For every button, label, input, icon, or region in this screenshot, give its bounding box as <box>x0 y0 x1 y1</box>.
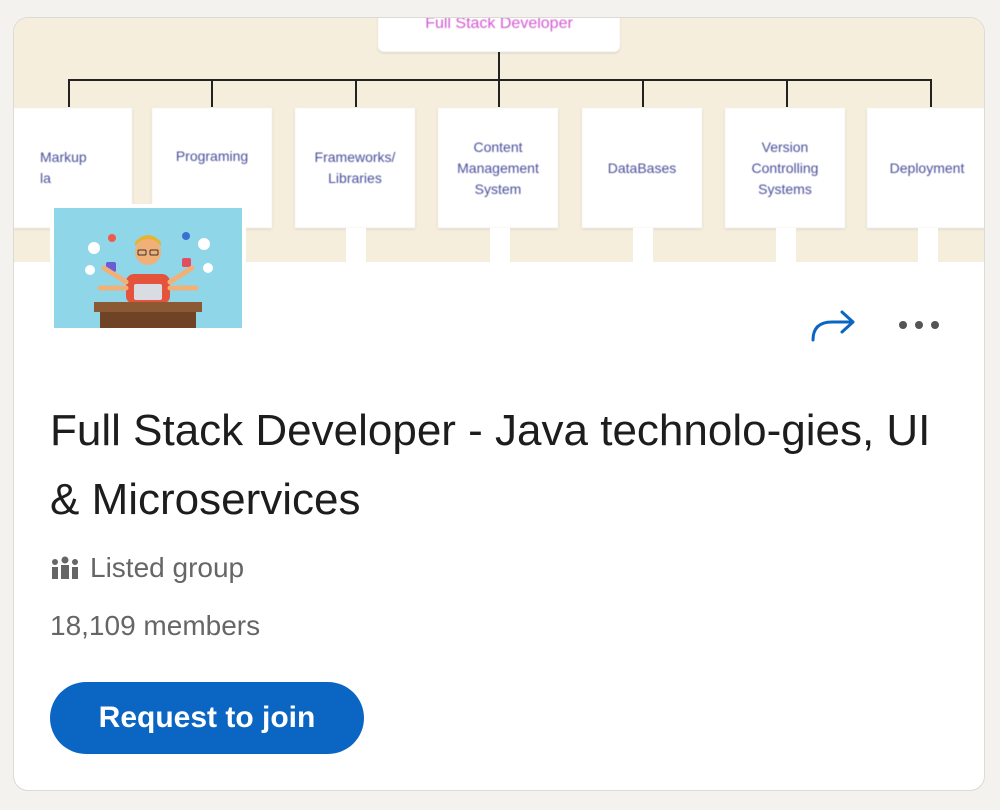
banner-connector <box>211 79 213 107</box>
member-count: 18,109 members <box>50 610 261 641</box>
banner-node: Content Management System <box>438 108 558 228</box>
group-logo <box>50 204 246 332</box>
group-card: Full Stack Developer Markup la Programin… <box>14 18 984 790</box>
banner-connector <box>930 79 932 107</box>
banner-node: Version Controlling Systems <box>725 108 845 228</box>
banner-connector <box>68 79 932 81</box>
more-options-icon <box>899 321 939 329</box>
privacy-label: Listed group <box>90 552 245 583</box>
banner-node: Frameworks/ Libraries <box>295 108 415 228</box>
banner-node: DataBases <box>582 108 702 228</box>
share-arrow-icon <box>811 310 855 342</box>
banner-root-node: Full Stack Developer <box>378 18 620 52</box>
banner-connector <box>355 79 357 107</box>
banner-stub <box>776 228 796 262</box>
banner-stub <box>490 228 510 262</box>
more-options-button[interactable] <box>892 308 946 342</box>
group-icon <box>52 556 78 579</box>
banner-node: Deployment <box>867 108 984 228</box>
banner-stub <box>346 228 366 262</box>
group-title[interactable]: Full Stack Developer - Java technolo-gie… <box>50 396 950 534</box>
banner-connector <box>498 52 500 80</box>
banner-stub <box>918 228 938 262</box>
banner-connector <box>786 79 788 107</box>
banner-connector <box>498 79 500 107</box>
developer-illustration <box>54 208 242 328</box>
banner-connector <box>68 79 70 107</box>
request-to-join-button[interactable]: Request to join <box>50 682 364 754</box>
banner-connector <box>642 79 644 107</box>
banner-stub <box>633 228 653 262</box>
privacy-row: Listed group <box>50 550 244 586</box>
share-button[interactable] <box>806 306 860 346</box>
